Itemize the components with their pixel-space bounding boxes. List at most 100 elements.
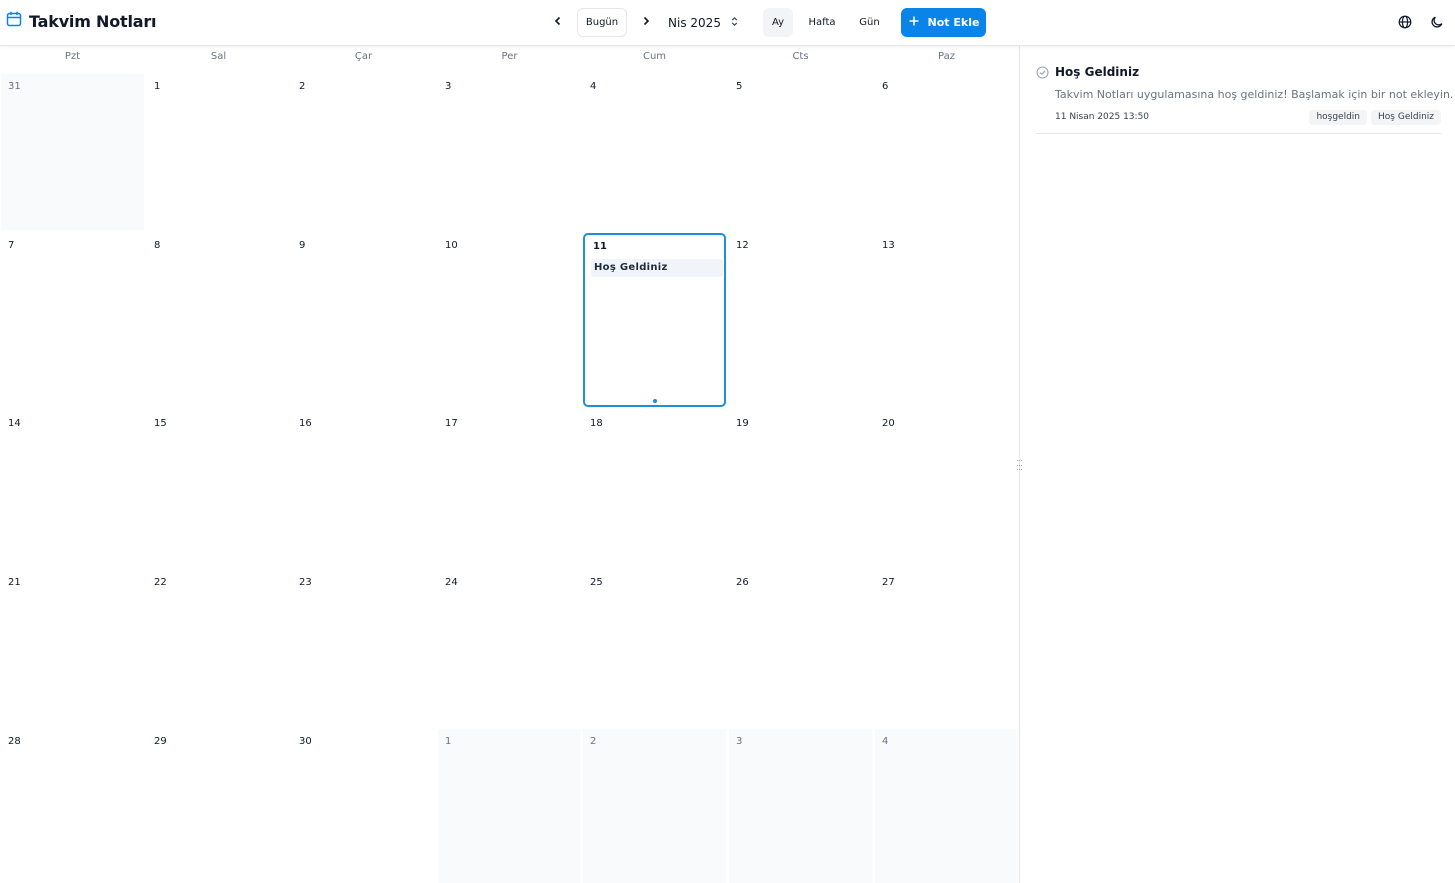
day-number: 4 bbox=[882, 736, 889, 747]
day-cell[interactable]: 24 bbox=[438, 570, 580, 725]
moon-icon bbox=[1430, 14, 1444, 33]
calendar-icon bbox=[6, 11, 22, 31]
day-cell[interactable]: 29 bbox=[147, 729, 289, 883]
day-cell[interactable]: 10 bbox=[438, 233, 580, 407]
add-note-label: Not Ekle bbox=[927, 16, 980, 29]
add-note-button[interactable]: Not Ekle bbox=[901, 8, 986, 37]
language-button[interactable] bbox=[1395, 13, 1415, 33]
day-number: 9 bbox=[299, 240, 306, 251]
day-number: 28 bbox=[8, 736, 21, 747]
day-cell[interactable]: 4 bbox=[875, 729, 1017, 883]
day-cell[interactable]: 12 bbox=[729, 233, 872, 407]
day-number: 4 bbox=[590, 81, 597, 92]
day-number: 14 bbox=[8, 418, 21, 429]
day-cell[interactable]: 18 bbox=[583, 411, 726, 566]
day-cell[interactable]: 13 bbox=[875, 233, 1017, 407]
note-description: Takvim Notları uygulamasına hoş geldiniz… bbox=[1055, 88, 1454, 101]
day-cell[interactable]: 7 bbox=[1, 233, 144, 407]
weekday-header: Pzt bbox=[64, 51, 81, 62]
view-month-button[interactable]: Ay bbox=[763, 8, 793, 37]
today-button[interactable]: Bugün bbox=[577, 8, 627, 37]
day-number: 26 bbox=[736, 577, 749, 588]
day-number: 17 bbox=[445, 418, 458, 429]
day-number: 15 bbox=[154, 418, 167, 429]
day-number: 22 bbox=[154, 577, 167, 588]
weekday-header: Cts bbox=[792, 51, 809, 62]
day-cell[interactable]: 28 bbox=[1, 729, 144, 883]
chevrons-up-down-icon bbox=[729, 16, 740, 30]
month-select-value: Nis 2025 bbox=[668, 15, 721, 30]
note-tag[interactable]: hoşgeldin bbox=[1309, 110, 1368, 125]
day-cell[interactable]: 9 bbox=[292, 233, 435, 407]
day-cell[interactable]: 14 bbox=[1, 411, 144, 566]
day-cell[interactable]: 23 bbox=[292, 570, 435, 725]
day-cell[interactable]: 25 bbox=[583, 570, 726, 725]
weekday-header: Çar bbox=[354, 51, 373, 62]
note-card[interactable]: Hoş Geldiniz Takvim Notları uygulamasına… bbox=[1036, 62, 1453, 134]
day-number: 18 bbox=[590, 418, 603, 429]
chevron-left-icon bbox=[551, 13, 565, 32]
day-cell[interactable]: 22 bbox=[147, 570, 289, 725]
note-tags: hoşgeldin Hoş Geldiniz bbox=[1309, 110, 1441, 125]
day-number: 7 bbox=[8, 240, 15, 251]
globe-icon bbox=[1398, 14, 1412, 33]
day-cell[interactable]: 3 bbox=[729, 729, 872, 883]
day-cell[interactable]: 31 bbox=[1, 74, 144, 230]
notes-sidebar: Hoş Geldiniz Takvim Notları uygulamasına… bbox=[1020, 46, 1455, 883]
day-number: 16 bbox=[299, 418, 312, 429]
day-cell[interactable]: 21 bbox=[1, 570, 144, 725]
day-cell[interactable]: 19 bbox=[729, 411, 872, 566]
day-number: 27 bbox=[882, 577, 895, 588]
month-calendar: Pzt Sal Çar Per Cum Cts Paz 31 1 2 3 4 5 6 7 8 9 10 11 Hoş … bbox=[0, 46, 1019, 883]
check-circle-icon[interactable] bbox=[1036, 64, 1049, 79]
day-cell[interactable]: 2 bbox=[292, 74, 435, 230]
view-week-button[interactable]: Hafta bbox=[803, 8, 841, 37]
day-number: 10 bbox=[445, 240, 458, 251]
chevron-right-icon bbox=[639, 13, 653, 32]
day-cell[interactable]: 6 bbox=[875, 74, 1017, 230]
note-title: Hoş Geldiniz bbox=[1055, 65, 1140, 79]
day-number: 21 bbox=[8, 577, 21, 588]
day-cell[interactable]: 27 bbox=[875, 570, 1017, 725]
day-number: 29 bbox=[154, 736, 167, 747]
day-cell[interactable]: 1 bbox=[147, 74, 289, 230]
note-tag[interactable]: Hoş Geldiniz bbox=[1371, 110, 1441, 125]
day-cell[interactable]: 8 bbox=[147, 233, 289, 407]
day-cell[interactable]: 26 bbox=[729, 570, 872, 725]
day-cell[interactable]: 30 bbox=[292, 729, 435, 883]
day-number: 5 bbox=[736, 81, 743, 92]
day-number: 12 bbox=[736, 240, 749, 251]
day-number: 20 bbox=[882, 418, 895, 429]
day-cell[interactable]: 4 bbox=[583, 74, 726, 230]
day-cell[interactable]: 15 bbox=[147, 411, 289, 566]
next-month-button[interactable] bbox=[634, 10, 658, 34]
prev-month-button[interactable] bbox=[546, 10, 570, 34]
month-select[interactable]: Nis 2025 bbox=[664, 8, 744, 37]
day-cell[interactable]: 16 bbox=[292, 411, 435, 566]
day-cell[interactable]: 2 bbox=[583, 729, 726, 883]
day-cell[interactable]: 1 bbox=[438, 729, 580, 883]
day-number: 3 bbox=[445, 81, 452, 92]
day-number: 6 bbox=[882, 81, 889, 92]
day-number: 1 bbox=[445, 736, 452, 747]
day-cell[interactable]: 3 bbox=[438, 74, 580, 230]
weekday-header: Per bbox=[501, 51, 518, 62]
app-header: Takvim Notları Bugün Nis 2025 Ay Hafta G… bbox=[0, 0, 1455, 46]
day-number: 2 bbox=[299, 81, 306, 92]
calendar-note-chip[interactable]: Hoş Geldiniz bbox=[591, 259, 723, 277]
day-number: 25 bbox=[590, 577, 603, 588]
view-day-button[interactable]: Gün bbox=[853, 8, 886, 37]
brand: Takvim Notları bbox=[6, 11, 157, 31]
day-number: 19 bbox=[736, 418, 749, 429]
theme-toggle-button[interactable] bbox=[1427, 13, 1447, 33]
day-number: 3 bbox=[736, 736, 743, 747]
day-cell[interactable]: 17 bbox=[438, 411, 580, 566]
day-cell[interactable]: 5 bbox=[729, 74, 872, 230]
weekday-header: Paz bbox=[938, 51, 955, 62]
day-number: 2 bbox=[590, 736, 597, 747]
day-cell[interactable]: 20 bbox=[875, 411, 1017, 566]
plus-icon bbox=[908, 15, 920, 30]
day-number: 1 bbox=[154, 81, 161, 92]
day-number: 23 bbox=[299, 577, 312, 588]
day-cell-selected[interactable]: 11 Hoş Geldiniz bbox=[583, 233, 726, 407]
